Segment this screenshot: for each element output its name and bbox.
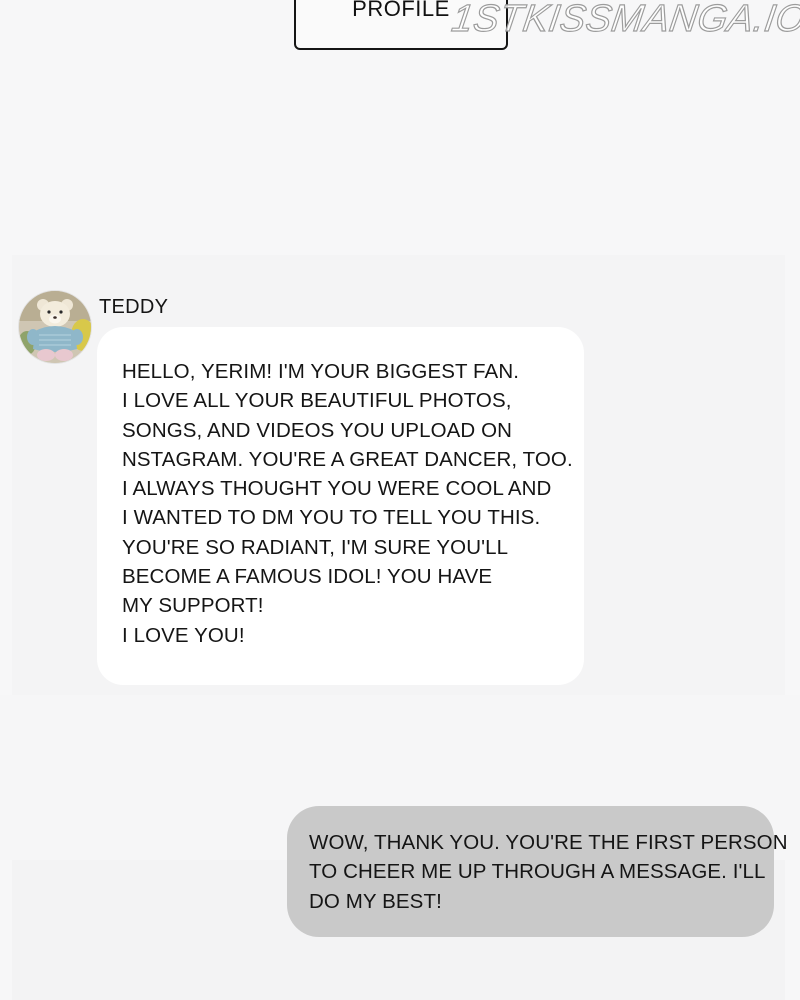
sender-name: TEDDY bbox=[99, 296, 169, 318]
message-line: I LOVE YOU! bbox=[122, 623, 245, 647]
message-line: SONGS, AND VIDEOS YOU UPLOAD ON bbox=[122, 418, 513, 442]
reply-line: DO MY BEST! bbox=[309, 889, 442, 913]
teddy-bear-avatar-icon bbox=[19, 291, 91, 363]
reply-line: WOW, THANK YOU. YOU'RE THE FIRST PERSON bbox=[309, 831, 788, 854]
watermark: 1STKISSMANGA.IO bbox=[449, 0, 800, 41]
reply-line: TO CHEER ME UP THROUGH A MESSAGE. I'LL bbox=[309, 860, 766, 884]
message-line: BECOME A FAMOUS IDOL! YOU HAVE bbox=[122, 565, 493, 589]
right-margin bbox=[785, 255, 800, 695]
sender-avatar[interactable] bbox=[19, 291, 91, 363]
message-line: I LOVE ALL YOUR BEAUTIFUL PHOTOS, bbox=[122, 389, 512, 413]
profile-button-label: PROFILE bbox=[352, 0, 450, 21]
message-line: I ALWAYS THOUGHT YOU WERE COOL AND bbox=[122, 477, 552, 501]
message-line: NSTAGRAM. YOU'RE A GREAT DANCER, TOO. bbox=[122, 447, 573, 471]
left-margin bbox=[0, 255, 12, 695]
message-line: YOU'RE SO RADIANT, I'M SURE YOU'LL bbox=[122, 535, 509, 559]
incoming-message-bubble: HELLO, YERIM! I'M YOUR BIGGEST FAN. I LO… bbox=[97, 327, 584, 685]
outgoing-message-bubble: WOW, THANK YOU. YOU'RE THE FIRST PERSON … bbox=[287, 806, 788, 937]
message-line: HELLO, YERIM! I'M YOUR BIGGEST FAN. bbox=[122, 360, 520, 383]
message-line: I WANTED TO DM YOU TO TELL YOU THIS. bbox=[122, 506, 541, 530]
message-line: MY SUPPORT! bbox=[122, 594, 264, 618]
